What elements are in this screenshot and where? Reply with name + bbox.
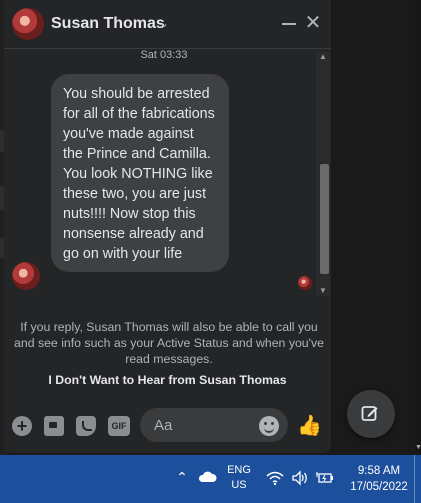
cloud-icon[interactable] xyxy=(197,471,217,483)
page-scrollbar[interactable]: ▼ xyxy=(415,0,421,455)
chevron-down-icon[interactable]: ⌄ xyxy=(156,14,172,32)
windows-taskbar: ⌃ ENG US 9:58 AM 17/05/2022 xyxy=(0,455,421,503)
language-indicator[interactable]: ENG US xyxy=(226,463,252,493)
close-icon[interactable]: ✕ xyxy=(304,13,322,33)
new-message-button[interactable] xyxy=(347,390,395,438)
wifi-icon[interactable] xyxy=(266,470,284,486)
sticker-icon[interactable] xyxy=(76,416,96,436)
scroll-up-icon[interactable]: ▲ xyxy=(316,52,330,62)
show-desktop-button[interactable] xyxy=(414,455,421,503)
language-code: ENG xyxy=(227,464,251,476)
message-composer: + GIF 👍 xyxy=(4,404,331,446)
region-code: US xyxy=(231,479,247,491)
chevron-up-icon[interactable]: ⌃ xyxy=(175,469,189,485)
reply-privacy-notice: If you reply, Susan Thomas will also be … xyxy=(14,320,324,366)
chat-window: Susan Thomas ⌄ ✕ Sat 03:33 You should be… xyxy=(4,0,331,453)
message-list: You should be arrested for all of the fa… xyxy=(4,48,331,298)
contact-avatar[interactable] xyxy=(12,8,44,40)
seen-indicator-avatar xyxy=(298,276,312,290)
gif-icon[interactable]: GIF xyxy=(108,416,130,436)
thumbs-up-icon[interactable]: 👍 xyxy=(297,414,322,438)
battery-icon[interactable] xyxy=(316,471,334,485)
scroll-down-icon[interactable]: ▼ xyxy=(316,286,330,296)
chat-header: Susan Thomas ⌄ ✕ xyxy=(4,0,331,49)
sender-avatar[interactable] xyxy=(12,262,40,290)
block-contact-link[interactable]: I Don't Want to Hear from Susan Thomas xyxy=(4,373,331,387)
scrollbar-thumb[interactable] xyxy=(320,164,329,274)
background-page-right xyxy=(331,0,421,455)
contact-name[interactable]: Susan Thomas xyxy=(51,15,165,33)
volume-icon[interactable] xyxy=(291,470,309,486)
clock-time: 9:58 AM xyxy=(357,465,401,477)
clock-date: 17/05/2022 xyxy=(350,481,408,493)
message-bubble[interactable]: You should be arrested for all of the fa… xyxy=(51,74,229,272)
compose-icon xyxy=(361,406,378,421)
minimize-icon[interactable] xyxy=(280,14,298,32)
system-clock[interactable]: 9:58 AM 17/05/2022 xyxy=(348,463,410,495)
photo-icon[interactable] xyxy=(44,416,64,436)
chat-scrollbar[interactable]: ▲ ▼ xyxy=(316,52,330,296)
plus-icon[interactable]: + xyxy=(12,416,32,436)
emoji-icon[interactable] xyxy=(259,416,279,436)
scroll-down-icon[interactable]: ▼ xyxy=(415,444,421,451)
